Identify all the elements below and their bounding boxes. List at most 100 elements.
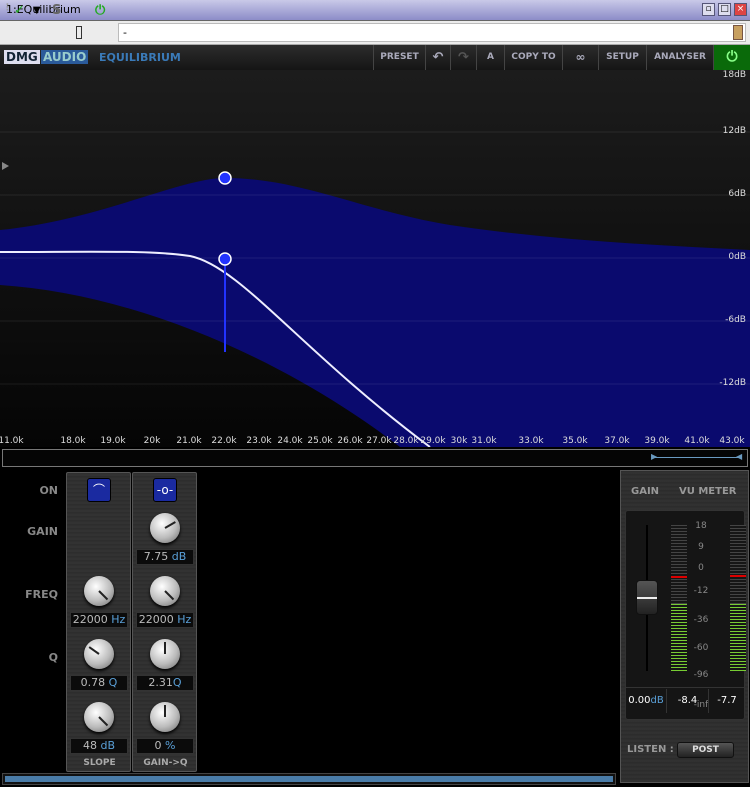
freq-label: 21.0k bbox=[176, 436, 202, 446]
band2-q-display[interactable]: 2.31Q bbox=[136, 675, 194, 691]
output-panel: GAIN VU METER 18 9 0 -12 -36 -60 -96 -inf 0.00d… bbox=[620, 470, 749, 783]
product-name: EQUILIBRIUM bbox=[99, 51, 181, 64]
db-label: 18dB bbox=[722, 70, 746, 80]
vu-meter-right bbox=[730, 525, 746, 671]
freq-label: 24.0k bbox=[277, 436, 303, 446]
vu-scale-label: 18 bbox=[695, 521, 707, 531]
preset-button[interactable]: PRESET bbox=[373, 45, 425, 70]
freq-label: 29.0k bbox=[420, 436, 446, 446]
ab-button[interactable]: A bbox=[476, 45, 504, 70]
freq-label: 37.0k bbox=[604, 436, 630, 446]
db-label: 0dB bbox=[728, 252, 746, 262]
on-label: ON bbox=[39, 484, 58, 497]
frequency-scrollbar[interactable]: ▶ ◀ bbox=[2, 449, 748, 467]
band1-strip: ⌒ 22000 Hz 0.78 Q 48 dB SLOPE bbox=[66, 472, 131, 772]
bracket-icon[interactable] bbox=[76, 26, 82, 39]
dropdown-arrow-icon[interactable]: ▼ bbox=[33, 5, 41, 16]
freq-label: 23.0k bbox=[246, 436, 272, 446]
maximize-icon[interactable]: □ bbox=[718, 3, 731, 16]
db-label: -6dB bbox=[725, 315, 746, 325]
freq-label: 26.0k bbox=[337, 436, 363, 446]
bottom-scrollbar[interactable] bbox=[2, 773, 616, 785]
band1-node[interactable] bbox=[218, 252, 232, 266]
freq-label: 33.0k bbox=[518, 436, 544, 446]
peak-left-display[interactable]: -8.4 bbox=[666, 689, 709, 713]
band1-freq-display[interactable]: 22000 Hz bbox=[70, 612, 128, 628]
bypass-power-icon[interactable]: ⏻ bbox=[713, 45, 750, 70]
freq-label: 11.0k bbox=[0, 436, 24, 446]
band1-freq-knob[interactable] bbox=[84, 576, 114, 606]
freq-label: 41.0k bbox=[684, 436, 710, 446]
band1-highcut-toggle[interactable]: ⌒ bbox=[87, 478, 111, 502]
vu-scale-label: 9 bbox=[698, 542, 704, 552]
freq-label: 43.0k bbox=[719, 436, 745, 446]
band2-gain-display[interactable]: 7.75 dB bbox=[136, 549, 194, 565]
freq-label: 20k bbox=[143, 436, 161, 446]
vu-scale-label: 0 bbox=[698, 563, 704, 573]
band1-footer: SLOPE bbox=[83, 758, 116, 768]
eq-graph[interactable] bbox=[0, 70, 750, 447]
band2-bell-toggle[interactable]: -o- bbox=[153, 478, 177, 502]
undo-icon[interactable]: ↶ bbox=[425, 45, 450, 70]
peak-right-display[interactable]: -7.7 bbox=[709, 689, 745, 713]
freq-label: 31.0k bbox=[471, 436, 497, 446]
db-label: 6dB bbox=[728, 189, 746, 199]
logo-dmg: DMG bbox=[4, 50, 40, 64]
side-chain-button[interactable]: S bbox=[52, 3, 61, 18]
range-left-handle[interactable]: ▶ bbox=[651, 452, 657, 461]
analyser-button[interactable]: ANALYSER bbox=[646, 45, 713, 70]
freq-label: 28.0k bbox=[393, 436, 419, 446]
band2-freq-display[interactable]: 22000 Hz bbox=[136, 612, 194, 628]
checkmark-icon[interactable]: ✓ bbox=[14, 3, 25, 18]
door-icon[interactable] bbox=[733, 25, 743, 40]
power-icon[interactable]: ⏻ bbox=[95, 3, 105, 18]
plugin-header: DMG AUDIO EQUILIBRIUM PRESET ↶ ↷ A COPY … bbox=[0, 45, 750, 70]
freq-label: 22.0k bbox=[211, 436, 237, 446]
freq-label: FREQ bbox=[25, 588, 58, 601]
band2-freq-knob[interactable] bbox=[150, 576, 180, 606]
freq-label: 39.0k bbox=[644, 436, 670, 446]
gain-label: GAIN bbox=[27, 525, 58, 538]
band2-q-knob[interactable] bbox=[150, 639, 180, 669]
freq-label: 18.0k bbox=[60, 436, 86, 446]
setup-button[interactable]: SETUP bbox=[598, 45, 646, 70]
band1-q-display[interactable]: 0.78 Q bbox=[70, 675, 128, 691]
post-button[interactable]: POST bbox=[677, 742, 734, 758]
q-label: Q bbox=[48, 651, 58, 664]
preset-input[interactable]: - bbox=[118, 23, 746, 42]
freq-label: 35.0k bbox=[562, 436, 588, 446]
output-gain-label: GAIN bbox=[631, 486, 660, 497]
band2-gainq-knob[interactable] bbox=[150, 702, 180, 732]
band1-q-knob[interactable] bbox=[84, 639, 114, 669]
range-right-handle[interactable]: ◀ bbox=[736, 452, 742, 461]
vu-scale-label: -36 bbox=[693, 615, 709, 625]
freq-label: 27.0k bbox=[366, 436, 392, 446]
db-label: 12dB bbox=[722, 126, 746, 136]
vu-scale-label: -96 bbox=[693, 670, 709, 680]
logo-audio: AUDIO bbox=[41, 50, 89, 64]
window-menu-icon[interactable]: ▫ bbox=[702, 3, 715, 16]
gain-fader-handle[interactable] bbox=[636, 580, 658, 615]
band1-slope-display[interactable]: 48 dB bbox=[70, 738, 128, 754]
link-icon[interactable]: ∞ bbox=[562, 45, 598, 70]
close-icon[interactable]: × bbox=[734, 3, 747, 16]
vu-meter-left bbox=[671, 525, 687, 671]
band1-slope-knob[interactable] bbox=[84, 702, 114, 732]
listen-label: LISTEN : bbox=[627, 744, 674, 755]
copy-to-button[interactable]: COPY TO bbox=[504, 45, 562, 70]
band2-strip: -o- 7.75 dB 22000 Hz 2.31Q 0 % GAIN->Q bbox=[132, 472, 197, 772]
vu-scale-label: -60 bbox=[693, 643, 709, 653]
freq-label: 25.0k bbox=[307, 436, 333, 446]
band2-gainq-display[interactable]: 0 % bbox=[136, 738, 194, 754]
window-titlebar: 1:EQuilibrium bbox=[0, 0, 750, 21]
grip-icon: ⋮ bbox=[3, 3, 12, 13]
redo-icon[interactable]: ↷ bbox=[450, 45, 476, 70]
meter-box: 18 9 0 -12 -36 -60 -96 -inf 0.00dB -8.4 -7.7 bbox=[625, 510, 746, 720]
freq-label: 19.0k bbox=[100, 436, 126, 446]
vu-scale-label: -12 bbox=[693, 586, 709, 596]
band2-gain-knob[interactable] bbox=[150, 513, 180, 543]
vu-meter-label: VU METER bbox=[679, 486, 737, 497]
freq-label: 30k bbox=[450, 436, 468, 446]
band2-node[interactable] bbox=[218, 171, 232, 185]
output-gain-display[interactable]: 0.00dB bbox=[626, 689, 666, 713]
